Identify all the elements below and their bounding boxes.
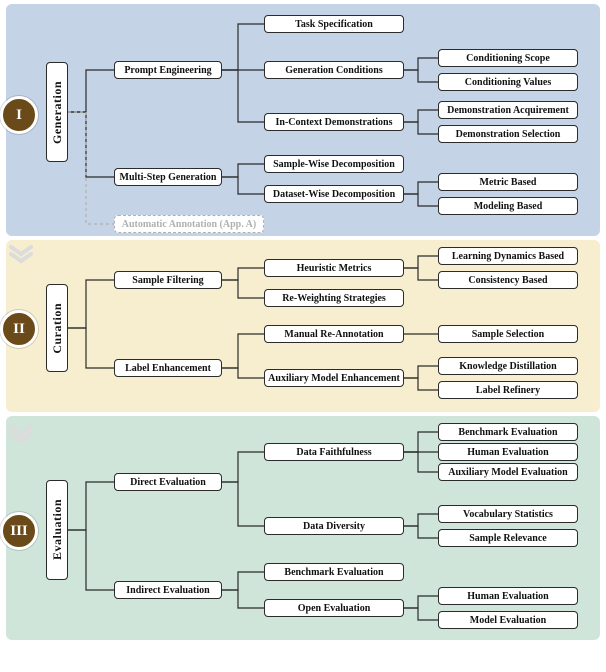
node-label-enhancement: Label Enhancement <box>114 359 222 377</box>
node-demonstration-selection: Demonstration Selection <box>438 125 578 143</box>
section-title-label: Evaluation <box>50 499 65 560</box>
node-open-evaluation: Open Evaluation <box>264 599 404 617</box>
node-automatic-annotation: Automatic Annotation (App. A) <box>114 215 264 233</box>
badge-roman-1: I <box>0 96 38 134</box>
diagram-root: { "chart_data": { "type": "diagram", "se… <box>0 4 606 640</box>
node-learning-dynamics-based: Learning Dynamics Based <box>438 247 578 265</box>
node-manual-re-annotation: Manual Re-Annotation <box>264 325 404 343</box>
node-in-context-demonstrations: In-Context Demonstrations <box>264 113 404 131</box>
node-task-specification: Task Specification <box>264 15 404 33</box>
node-human-evaluation-2: Human Evaluation <box>438 587 578 605</box>
node-sample-selection: Sample Selection <box>438 325 578 343</box>
node-heuristic-metrics: Heuristic Metrics <box>264 259 404 277</box>
section-title-generation: Generation <box>46 62 68 162</box>
node-data-faithfulness: Data Faithfulness <box>264 443 404 461</box>
section-title-label: Generation <box>50 81 65 144</box>
node-benchmark-evaluation: Benchmark Evaluation <box>438 423 578 441</box>
node-multi-step-generation: Multi-Step Generation <box>114 168 222 186</box>
node-conditioning-values: Conditioning Values <box>438 73 578 91</box>
node-sample-relevance: Sample Relevance <box>438 529 578 547</box>
node-human-evaluation: Human Evaluation <box>438 443 578 461</box>
node-knowledge-distillation: Knowledge Distillation <box>438 357 578 375</box>
section-title-curation: Curation <box>46 284 68 372</box>
badge-roman-3: III <box>0 512 38 550</box>
section-title-label: Curation <box>50 303 65 354</box>
chevron-down-icon <box>8 424 34 446</box>
node-sample-filtering: Sample Filtering <box>114 271 222 289</box>
badge-roman-2: II <box>0 310 38 348</box>
node-label-refinery: Label Refinery <box>438 381 578 399</box>
node-indirect-evaluation: Indirect Evaluation <box>114 581 222 599</box>
chevron-down-icon <box>8 244 34 266</box>
node-data-diversity: Data Diversity <box>264 517 404 535</box>
node-auxiliary-model-evaluation: Auxiliary Model Evaluation <box>438 463 578 481</box>
node-consistency-based: Consistency Based <box>438 271 578 289</box>
node-dataset-wise-decomposition: Dataset-Wise Decomposition <box>264 185 404 203</box>
node-modeling-based: Modeling Based <box>438 197 578 215</box>
panel-evaluation: III Evaluation Direct Evaluation Indirec… <box>6 416 600 640</box>
node-metric-based: Metric Based <box>438 173 578 191</box>
node-model-evaluation: Model Evaluation <box>438 611 578 629</box>
panel-generation: I Generation Prompt Engineering Multi-St… <box>6 4 600 236</box>
node-benchmark-evaluation-2: Benchmark Evaluation <box>264 563 404 581</box>
node-demonstration-acquirement: Demonstration Acquirement <box>438 101 578 119</box>
node-prompt-engineering: Prompt Engineering <box>114 61 222 79</box>
node-sample-wise-decomposition: Sample-Wise Decomposition <box>264 155 404 173</box>
node-generation-conditions: Generation Conditions <box>264 61 404 79</box>
node-auxiliary-model-enhancement: Auxiliary Model Enhancement <box>264 369 404 387</box>
node-direct-evaluation: Direct Evaluation <box>114 473 222 491</box>
panel-curation: II Curation Sample Filtering Label Enhan… <box>6 240 600 412</box>
node-vocabulary-statistics: Vocabulary Statistics <box>438 505 578 523</box>
node-re-weighting-strategies: Re-Weighting Strategies <box>264 289 404 307</box>
section-title-evaluation: Evaluation <box>46 480 68 580</box>
node-conditioning-scope: Conditioning Scope <box>438 49 578 67</box>
